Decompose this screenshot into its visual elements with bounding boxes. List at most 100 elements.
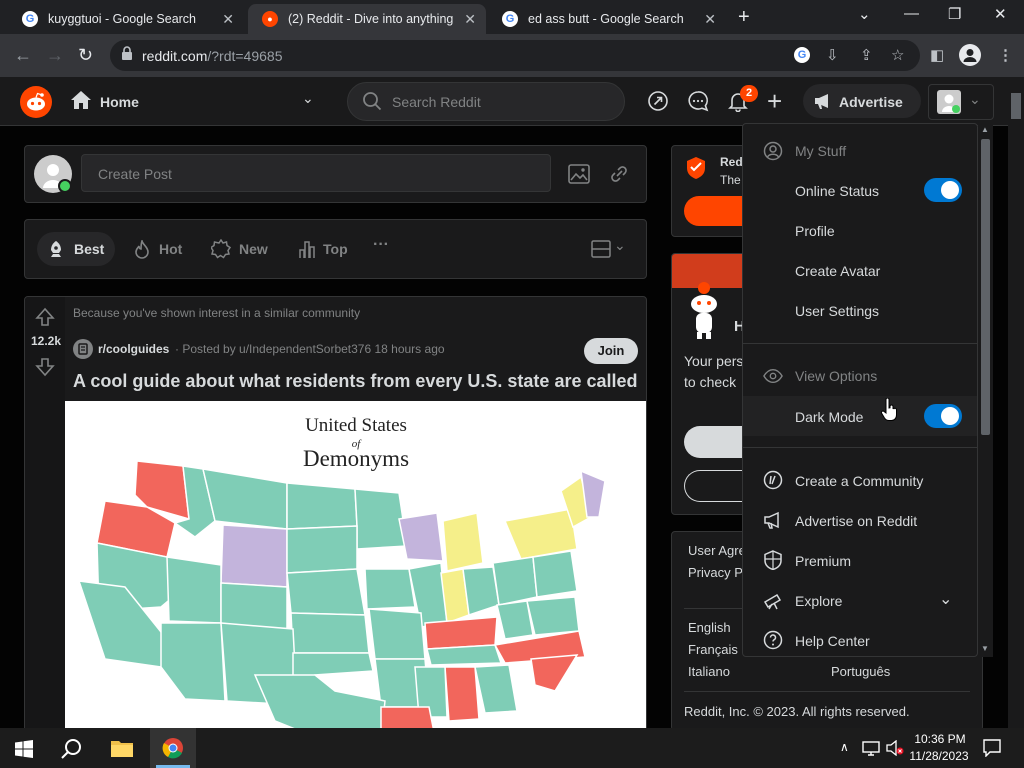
forward-icon[interactable]: → — [46, 45, 64, 66]
bookmark-star-icon[interactable]: ☆ — [891, 46, 904, 64]
create-post-placeholder: Create Post — [98, 166, 172, 182]
privacy-policy-link[interactable]: Privacy Po — [688, 565, 750, 580]
layout-view-icon[interactable] — [591, 240, 611, 263]
clock-time[interactable]: 10:36 PM — [912, 732, 968, 746]
menu-scrollbar[interactable]: ▲ ▼ — [978, 123, 993, 657]
reddit-favicon-icon: ● — [262, 11, 278, 27]
create-community-item[interactable]: Create a Community — [743, 460, 977, 500]
join-button[interactable]: Join — [584, 338, 638, 364]
reddit-logo-icon[interactable] — [20, 86, 52, 118]
link-icon[interactable] — [609, 163, 629, 190]
file-explorer-icon[interactable] — [110, 738, 134, 763]
recommendation-reason: Because you've shown interest in a simil… — [73, 306, 361, 320]
language-francais[interactable]: Français — [688, 642, 738, 657]
side-panel-icon[interactable]: ◧ — [930, 46, 944, 64]
online-status-item[interactable]: Online Status — [743, 170, 977, 210]
page-scrollbar[interactable] — [1008, 77, 1024, 728]
chat-icon[interactable] — [687, 90, 709, 117]
post-meta[interactable]: · Posted by u/IndependentSorbet376 18 ho… — [175, 342, 445, 356]
upvote-arrow-icon[interactable] — [35, 307, 55, 332]
lock-icon[interactable] — [121, 46, 133, 64]
premium-shield-icon — [684, 156, 708, 180]
share-icon[interactable]: ⇪ — [860, 46, 873, 64]
advertise-on-reddit-item[interactable]: Advertise on Reddit — [743, 500, 977, 540]
user-settings-item[interactable]: User Settings — [743, 290, 977, 330]
language-english[interactable]: English — [688, 620, 731, 635]
sort-hot-button[interactable]: Hot — [129, 232, 195, 266]
back-icon[interactable]: ← — [14, 45, 32, 66]
tab-search-chevron-icon[interactable]: ⌄ — [858, 5, 871, 23]
explore-item[interactable]: Explore ⌄ — [743, 580, 977, 620]
reload-icon[interactable]: ↻ — [78, 45, 93, 66]
user-menu-button[interactable]: ⌄ — [928, 84, 994, 120]
install-app-icon[interactable]: ⇩ — [826, 46, 839, 64]
close-tab-icon[interactable]: ✕ — [464, 11, 476, 28]
copyright-text: Reddit, Inc. © 2023. All rights reserved… — [684, 704, 910, 719]
profile-item[interactable]: Profile — [743, 210, 977, 250]
create-post-plus-icon[interactable]: + — [767, 88, 782, 114]
post-card[interactable]: 12.2k Because you've shown interest in a… — [24, 296, 647, 736]
chrome-taskbar-button[interactable] — [150, 728, 196, 768]
browser-tab-2[interactable]: ● (2) Reddit - Dive into anything ✕ — [248, 4, 486, 34]
windows-start-icon[interactable] — [15, 740, 33, 763]
language-italiano[interactable]: Italiano — [688, 664, 730, 679]
popular-arrow-icon[interactable] — [647, 90, 669, 117]
close-window-icon[interactable]: ✕ — [994, 5, 1007, 23]
search-input[interactable]: Search Reddit — [347, 82, 625, 121]
browser-tab-3[interactable]: G ed ass butt - Google Search ✕ — [488, 4, 726, 34]
minimize-icon[interactable]: — — [904, 5, 919, 22]
dark-mode-item[interactable]: Dark Mode — [743, 396, 977, 436]
downvote-arrow-icon[interactable] — [35, 357, 55, 382]
user-agreement-link[interactable]: User Agre — [688, 543, 746, 558]
sort-hot-label: Hot — [159, 241, 183, 257]
more-options-icon[interactable]: ··· — [373, 236, 389, 254]
language-portugues[interactable]: Português — [831, 664, 890, 679]
advertise-button[interactable]: Advertise — [803, 84, 921, 118]
show-hidden-icons-chevron-icon[interactable]: ∧ — [840, 740, 849, 754]
sort-best-button[interactable]: Best — [37, 232, 115, 266]
online-status-toggle[interactable] — [924, 178, 962, 202]
scroll-up-icon[interactable]: ▲ — [981, 125, 989, 134]
create-avatar-item[interactable]: Create Avatar — [743, 250, 977, 290]
windows-taskbar: ∧ 10:36 PM 11/28/2023 — [0, 728, 1024, 768]
page-scrollbar-thumb[interactable] — [1011, 93, 1021, 119]
restore-icon[interactable]: ❐ — [948, 5, 961, 23]
sort-top-button[interactable]: Top — [293, 232, 363, 266]
sort-top-label: Top — [323, 241, 348, 257]
user-dropdown-menu: My Stuff Online Status Profile Create Av… — [742, 123, 978, 657]
feed-selector[interactable] — [64, 84, 330, 120]
avatar — [34, 155, 72, 193]
post-image[interactable]: United States of Demonyms — [65, 401, 646, 735]
search-icon — [362, 91, 382, 116]
close-tab-icon[interactable]: ✕ — [222, 11, 234, 28]
chrome-icon — [162, 737, 184, 764]
subreddit-icon[interactable] — [73, 339, 93, 359]
new-tab-icon[interactable]: + — [738, 6, 750, 29]
premium-item[interactable]: Premium — [743, 540, 977, 580]
google-lens-icon[interactable]: G — [794, 47, 810, 63]
browser-tab-1[interactable]: G kuyggtuoi - Google Search ✕ — [8, 4, 244, 34]
subreddit-link[interactable]: r/coolguides — [98, 342, 169, 356]
create-post-input[interactable]: Create Post — [81, 154, 551, 192]
clock-date[interactable]: 11/28/2023 — [906, 749, 972, 763]
profile-avatar-icon[interactable] — [959, 44, 981, 66]
layout-chevron-down-icon[interactable]: ⌄ — [614, 237, 626, 254]
network-icon[interactable] — [862, 740, 880, 761]
help-center-item[interactable]: Help Center — [743, 620, 977, 658]
volume-muted-icon[interactable] — [886, 739, 904, 761]
search-icon[interactable] — [61, 738, 83, 765]
chrome-menu-icon[interactable]: ⋮ — [998, 46, 1013, 64]
scroll-down-icon[interactable]: ▼ — [981, 644, 989, 653]
close-tab-icon[interactable]: ✕ — [704, 11, 716, 28]
shield-icon — [763, 550, 783, 570]
menu-scrollbar-thumb[interactable] — [981, 139, 990, 435]
user-settings-label: User Settings — [795, 303, 880, 319]
image-upload-icon[interactable] — [568, 164, 590, 189]
notification-center-icon[interactable] — [983, 739, 1001, 762]
create-community-label: Create a Community — [795, 473, 924, 489]
post-title[interactable]: A cool guide about what residents from e… — [73, 371, 638, 392]
premium-title: Red — [720, 155, 743, 169]
sort-new-button[interactable]: New — [207, 232, 283, 266]
hand-cursor-icon — [880, 397, 898, 427]
dark-mode-toggle[interactable] — [924, 404, 962, 428]
